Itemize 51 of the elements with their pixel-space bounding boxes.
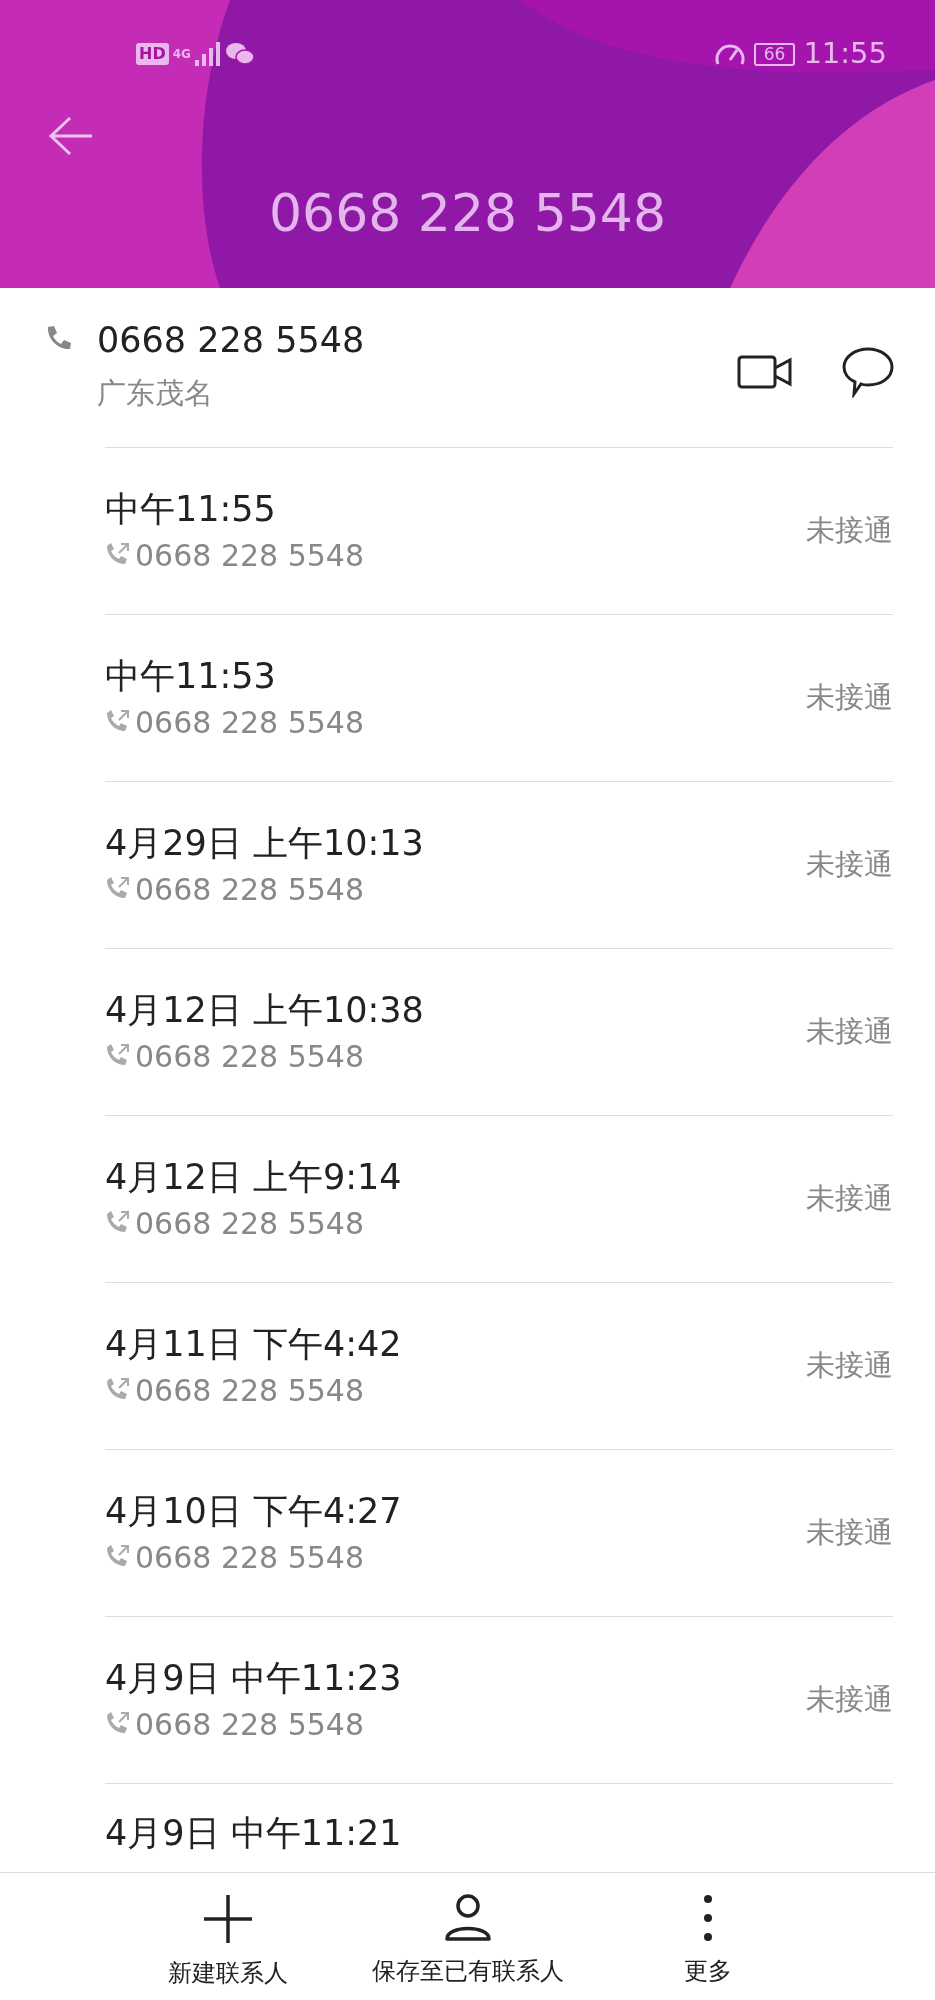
- toolbar-button[interactable]: 保存至已有联系人: [367, 1893, 568, 2000]
- contact-number: 0668 228 5548: [97, 319, 365, 362]
- call-number: 0668 228 5548: [135, 1205, 365, 1243]
- outgoing-call-icon: [105, 541, 131, 567]
- status-time: 11:55: [803, 35, 887, 73]
- outgoing-call-icon: [105, 1710, 131, 1736]
- call-number: 0668 228 5548: [135, 871, 365, 909]
- more-icon: [702, 1893, 713, 1943]
- call-time: 4月29日 上午10:13: [105, 822, 424, 865]
- call-time: 4月12日 上午9:14: [105, 1156, 402, 1199]
- network-label: 4G: [172, 48, 191, 60]
- back-icon[interactable]: [48, 116, 94, 156]
- outgoing-call-icon: [105, 1042, 131, 1068]
- contact-location: 广东茂名: [97, 375, 214, 412]
- outgoing-call-icon: [105, 1376, 131, 1402]
- call-time: 中午11:53: [105, 655, 277, 698]
- outgoing-call-icon: [105, 708, 131, 734]
- call-number: 0668 228 5548: [135, 1372, 365, 1410]
- add-icon: [201, 1893, 254, 1945]
- call-time: 4月10日 下午4:27: [105, 1490, 402, 1533]
- call-number: 0668 228 5548: [135, 1539, 365, 1577]
- message-icon[interactable]: [841, 345, 895, 398]
- chat-icon: [224, 41, 255, 67]
- toolbar-button[interactable]: 新建联系人: [127, 1893, 328, 2000]
- person-icon: [442, 1893, 493, 1943]
- call-time: 中午11:55: [105, 488, 277, 531]
- call-number: 0668 228 5548: [135, 1038, 365, 1076]
- call-number: 0668 228 5548: [135, 704, 365, 742]
- outgoing-call-icon: [105, 875, 131, 901]
- video-call-icon[interactable]: [737, 353, 793, 390]
- call-status: 未接通: [806, 1013, 893, 1051]
- more-button[interactable]: 更多: [607, 1893, 808, 2000]
- call-time: 4月9日 中午11:21: [105, 1812, 402, 1855]
- outgoing-call-icon: [105, 1209, 131, 1235]
- call-status: 未接通: [806, 1514, 893, 1552]
- hd-badge: HD: [136, 43, 169, 65]
- call-time: 4月11日 下午4:42: [105, 1323, 402, 1366]
- call-number: 0668 228 5548: [135, 1706, 365, 1744]
- battery-level: 66: [753, 42, 796, 66]
- call-status: 未接通: [806, 846, 893, 884]
- call-status: 未接通: [806, 679, 893, 717]
- call-status: 未接通: [806, 1180, 893, 1218]
- call-status: 未接通: [806, 1347, 893, 1385]
- call-number: 0668 228 5548: [135, 537, 365, 575]
- signal-icon: [194, 42, 221, 66]
- header-title: 0668 228 5548: [268, 182, 667, 245]
- call-time: 4月9日 中午11:23: [105, 1657, 402, 1700]
- call-time: 4月12日 上午10:38: [105, 989, 424, 1032]
- call-status: 未接通: [806, 1681, 893, 1719]
- outgoing-call-icon: [105, 1543, 131, 1569]
- call-status: 未接通: [806, 512, 893, 550]
